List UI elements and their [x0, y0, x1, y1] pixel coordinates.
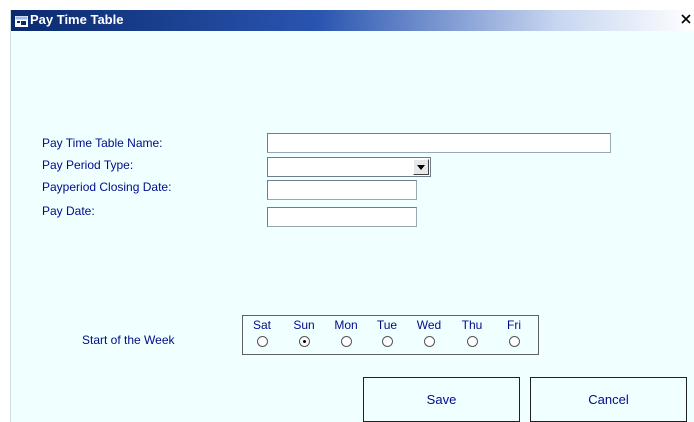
radio-sun[interactable]	[298, 336, 310, 347]
pay-time-table-window: Pay Time Table Pay Time Table Name: Pay …	[10, 10, 694, 422]
pay-period-type-label: Pay Period Type:	[42, 158, 134, 172]
radio-fri[interactable]	[508, 336, 520, 347]
day-label-sun: Sun	[293, 318, 315, 332]
day-label-fri: Fri	[507, 318, 521, 332]
pay-time-table-name-label: Pay Time Table Name:	[42, 136, 163, 150]
title-bar[interactable]: Pay Time Table	[11, 10, 694, 31]
day-option-sat[interactable]: Sat	[245, 318, 279, 347]
pay-date-input[interactable]	[267, 207, 417, 227]
dropdown-button[interactable]	[413, 159, 429, 175]
save-button[interactable]: Save	[363, 377, 520, 422]
radio-mon[interactable]	[340, 336, 352, 347]
close-button[interactable]	[679, 12, 693, 26]
window-title: Pay Time Table	[30, 12, 124, 27]
day-option-tue[interactable]: Tue	[370, 318, 404, 347]
start-of-week-radio-group: Sat Sun Mon Tue Wed Thu Fri	[242, 315, 539, 355]
radio-thu[interactable]	[466, 336, 478, 347]
radio-sat[interactable]	[256, 336, 268, 347]
radio-wed[interactable]	[423, 336, 435, 347]
day-option-fri[interactable]: Fri	[497, 318, 531, 347]
pay-period-type-dropdown[interactable]	[267, 157, 431, 177]
day-label-tue: Tue	[376, 318, 398, 332]
pay-time-table-name-input[interactable]	[267, 133, 611, 153]
cancel-button[interactable]: Cancel	[530, 377, 687, 422]
radio-tue[interactable]	[381, 336, 393, 347]
close-icon	[681, 14, 691, 24]
payperiod-closing-date-input[interactable]	[267, 180, 417, 200]
day-option-sun[interactable]: Sun	[287, 318, 321, 347]
day-label-thu: Thu	[461, 318, 483, 332]
day-label-wed: Wed	[416, 318, 442, 332]
day-option-wed[interactable]: Wed	[412, 318, 446, 347]
day-option-thu[interactable]: Thu	[455, 318, 489, 347]
window-icon	[15, 14, 28, 27]
start-of-week-label: Start of the Week	[82, 333, 175, 347]
chevron-down-icon	[417, 164, 425, 170]
day-label-sat: Sat	[252, 318, 271, 332]
pay-date-label: Pay Date:	[42, 204, 95, 218]
payperiod-closing-date-label: Payperiod Closing Date:	[42, 180, 172, 194]
day-option-mon[interactable]: Mon	[329, 318, 363, 347]
day-label-mon: Mon	[334, 318, 358, 332]
